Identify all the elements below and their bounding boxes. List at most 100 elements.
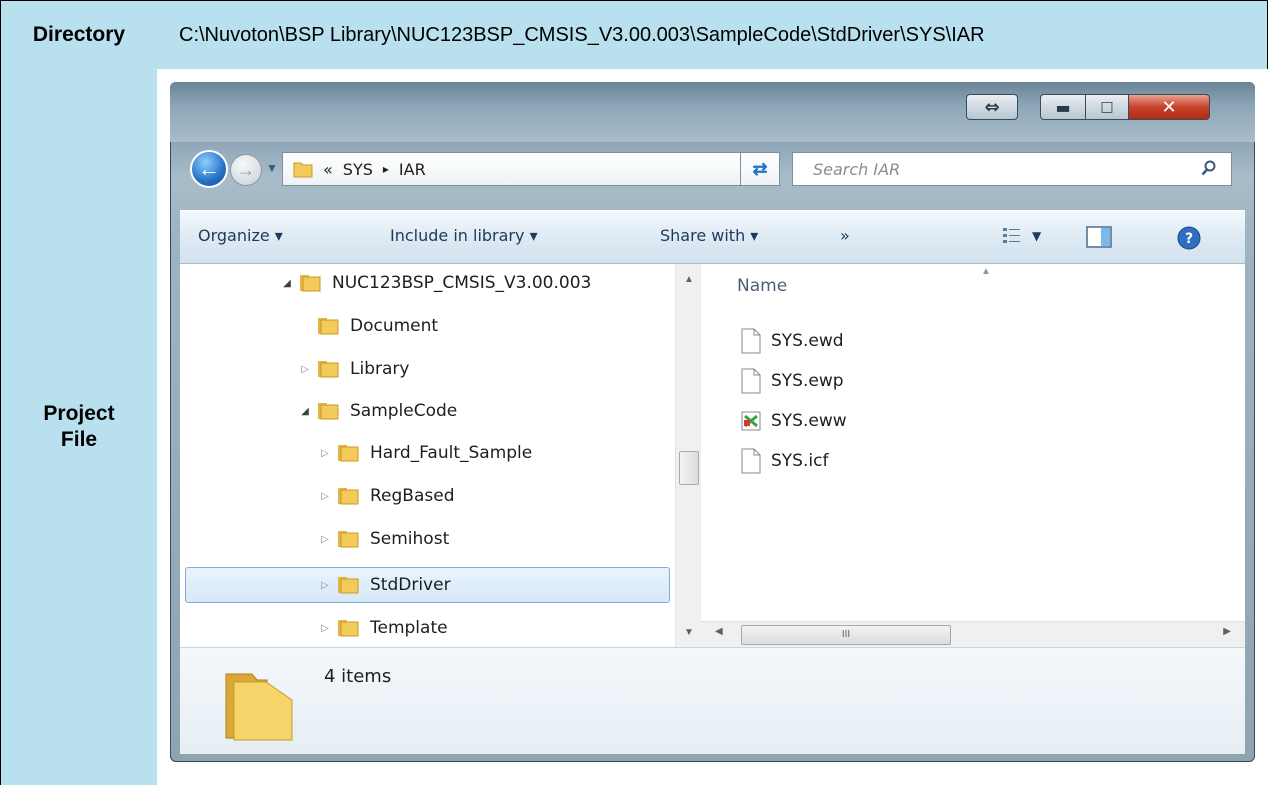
tree-item-label: SampleCode <box>350 401 458 421</box>
tree-item-label: StdDriver <box>370 575 451 595</box>
tree-item-hard-fault-sample[interactable]: ▷ Hard_Fault_Sample <box>318 436 532 470</box>
navigation-tree: ◢ NUC123BSP_CMSIS_V3.00.003 Document ▷ L… <box>180 264 701 647</box>
document-icon <box>741 368 761 394</box>
share-with-menu[interactable]: Share with ▾ <box>660 226 758 245</box>
forward-button[interactable]: → <box>230 154 262 186</box>
collapsed-arrow-icon[interactable]: ▷ <box>318 534 332 545</box>
include-in-library-menu[interactable]: Include in library ▾ <box>390 226 538 245</box>
maximize-icon: □ <box>1100 99 1114 115</box>
close-button[interactable]: ✕ <box>1128 94 1210 120</box>
folder-icon <box>300 275 321 292</box>
collapsed-arrow-icon[interactable]: ▷ <box>318 448 332 459</box>
folder-icon <box>293 162 313 178</box>
file-item-sys-icf[interactable]: SYS.icf <box>741 445 828 477</box>
resize-icon: ⇔ <box>984 96 1000 118</box>
file-item-sys-ewp[interactable]: SYS.ewp <box>741 365 844 397</box>
expanded-arrow-icon[interactable]: ◢ <box>280 278 294 289</box>
folder-icon <box>338 620 359 637</box>
command-toolbar: Organize ▾ Include in library ▾ Share wi… <box>180 210 1245 264</box>
address-separator-icon: ▸ <box>382 162 389 176</box>
file-name: SYS.eww <box>771 411 847 431</box>
tree-item-semihost[interactable]: ▷ Semihost <box>318 522 449 556</box>
more-commands-button[interactable]: » <box>840 226 850 245</box>
navigation-row: ← → ▼ « SYS ▸ IAR ▼ ⇄ Search IAR <box>170 142 1255 200</box>
project-file-label-cell: Project File <box>0 69 158 785</box>
tree-item-library[interactable]: ▷ Library <box>298 352 409 386</box>
file-item-sys-eww[interactable]: SYS.eww <box>741 405 847 437</box>
file-list-pane: ▲ Name SYS.ewd SYS.ewp SYS.eww SYS.icf ◀… <box>701 264 1245 647</box>
address-overflow[interactable]: « <box>323 160 333 179</box>
folder-icon <box>318 361 339 378</box>
tree-item-label: RegBased <box>370 486 455 506</box>
search-placeholder: Search IAR <box>813 159 901 179</box>
resize-button[interactable]: ⇔ <box>966 94 1018 120</box>
back-button[interactable]: ← <box>190 150 228 188</box>
tree-item-label: Library <box>350 359 410 379</box>
file-name: SYS.ewp <box>771 371 844 391</box>
help-icon[interactable]: ? <box>1176 225 1202 251</box>
minimize-icon: ▬ <box>1055 97 1071 117</box>
column-header-name[interactable]: Name <box>737 276 787 296</box>
document-icon <box>741 448 761 474</box>
directory-label: Directory <box>32 23 126 46</box>
organize-menu[interactable]: Organize ▾ <box>198 226 283 245</box>
file-name: SYS.icf <box>771 451 829 471</box>
sort-ascending-icon: ▲ <box>981 266 991 277</box>
file-name: SYS.ewd <box>771 331 844 351</box>
scroll-up-icon[interactable]: ▲ <box>676 270 702 290</box>
folder-icon <box>338 445 359 462</box>
tree-item-label: NUC123BSP_CMSIS_V3.00.003 <box>332 273 592 293</box>
tree-item-label: Template <box>370 618 448 638</box>
tree-item-document[interactable]: Document <box>316 309 438 343</box>
expanded-arrow-icon[interactable]: ◢ <box>298 406 312 417</box>
title-bar: ⇔ ▬ □ ✕ <box>170 82 1255 142</box>
tree-item-stddriver[interactable]: ▷ StdDriver <box>318 568 451 602</box>
tree-item-label: Semihost <box>370 529 450 549</box>
scroll-right-icon[interactable]: ▶ <box>1223 626 1231 637</box>
document-icon <box>741 328 761 354</box>
folder-icon <box>338 488 359 505</box>
close-icon: ✕ <box>1161 96 1177 118</box>
folder-icon <box>338 577 359 594</box>
refresh-button[interactable]: ⇄ <box>740 152 780 186</box>
folder-icon <box>338 531 359 548</box>
file-item-sys-ewd[interactable]: SYS.ewd <box>741 325 844 357</box>
view-options-icon[interactable] <box>1002 225 1022 247</box>
directory-label-cell: Directory <box>0 0 158 70</box>
collapsed-arrow-icon[interactable]: ▷ <box>318 580 332 591</box>
address-crumb-iar[interactable]: IAR <box>399 160 426 179</box>
tree-item-label: Document <box>350 316 439 336</box>
refresh-icon: ⇄ <box>752 158 768 179</box>
tree-vertical-scrollbar[interactable]: ▲ ▼ <box>675 264 701 647</box>
svg-text:?: ? <box>1185 231 1193 247</box>
scroll-left-icon[interactable]: ◀ <box>715 626 723 637</box>
search-input[interactable]: Search IAR <box>792 152 1232 186</box>
tree-item-template[interactable]: ▷ Template <box>318 611 448 645</box>
recent-pages-dropdown[interactable]: ▼ <box>266 162 278 174</box>
tree-item-label: Hard_Fault_Sample <box>370 443 533 463</box>
explorer-window: ⇔ ▬ □ ✕ ← → ▼ « SYS ▸ IAR ▼ ⇄ Search IAR… <box>170 82 1255 762</box>
folder-icon <box>318 318 339 335</box>
tree-item-samplecode[interactable]: ◢ SampleCode <box>298 394 457 428</box>
file-horizontal-scrollbar[interactable]: ◀ III ▶ <box>701 621 1245 647</box>
project-file-label: Project File <box>43 402 115 451</box>
view-dropdown-icon[interactable]: ▼ <box>1032 229 1041 243</box>
tree-item-nuc123bsp[interactable]: ◢ NUC123BSP_CMSIS_V3.00.003 <box>280 266 591 300</box>
search-icon[interactable] <box>1201 160 1217 176</box>
tree-item-regbased[interactable]: ▷ RegBased <box>318 479 455 513</box>
collapsed-arrow-icon[interactable]: ▷ <box>318 491 332 502</box>
back-arrow-icon: ← <box>198 156 220 181</box>
item-count-status: 4 items <box>324 666 392 687</box>
collapsed-arrow-icon[interactable]: ▷ <box>318 623 332 634</box>
preview-pane-icon[interactable] <box>1086 225 1112 249</box>
minimize-button[interactable]: ▬ <box>1040 94 1086 120</box>
scrollbar-thumb[interactable] <box>679 451 699 485</box>
folder-icon <box>318 403 339 420</box>
address-bar[interactable]: « SYS ▸ IAR ▼ <box>282 152 772 186</box>
scrollbar-thumb[interactable]: III <box>741 625 951 645</box>
scroll-down-icon[interactable]: ▼ <box>676 623 702 643</box>
details-pane: 4 items <box>180 647 1245 754</box>
collapsed-arrow-icon[interactable]: ▷ <box>298 364 312 375</box>
maximize-button[interactable]: □ <box>1085 94 1129 120</box>
address-crumb-sys[interactable]: SYS <box>343 160 373 179</box>
